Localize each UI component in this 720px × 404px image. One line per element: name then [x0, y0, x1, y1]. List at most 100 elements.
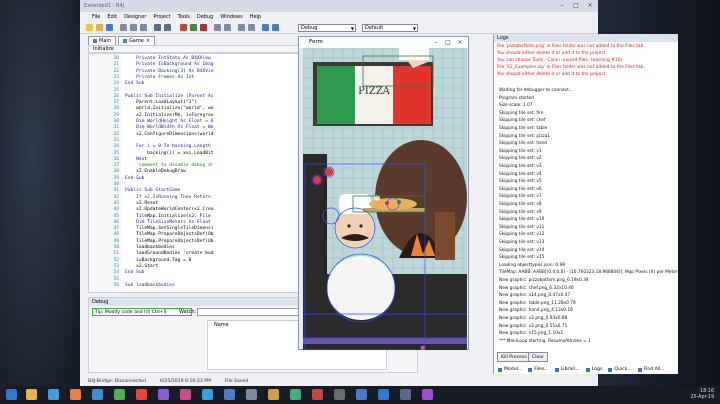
- close-icon[interactable]: ×: [584, 1, 596, 10]
- code-line[interactable]: Private Frames As Int: [125, 75, 194, 80]
- tab-logs[interactable]: Logs: [585, 367, 602, 372]
- code-line[interactable]: x2.Initialize(Me, ivForegrou: [125, 113, 213, 118]
- tab-game[interactable]: Game ×: [117, 36, 156, 45]
- app-icon[interactable]: [202, 389, 213, 400]
- bookmark-icon[interactable]: [180, 24, 187, 31]
- app-icon[interactable]: [268, 389, 279, 400]
- app-icon[interactable]: [378, 389, 389, 400]
- code-line[interactable]: x2.EnableDebugDraw: [125, 169, 186, 174]
- tab-quick-search[interactable]: Quick...: [608, 367, 632, 372]
- run-icon[interactable]: [190, 24, 197, 31]
- menu-designer[interactable]: Designer: [124, 14, 146, 20]
- code-line[interactable]: Public Sub Initialize (Parent As: [125, 94, 214, 99]
- close-tab-icon[interactable]: ×: [146, 37, 150, 45]
- minimize-icon[interactable]: –: [556, 1, 568, 10]
- code-line[interactable]: Dim WorldHeight As Float = 6: [125, 119, 213, 124]
- code-line[interactable]: TileMap.PrepareObjectsDef(Ob: [125, 232, 213, 237]
- code-line[interactable]: End Sub: [125, 81, 144, 86]
- menu-windows[interactable]: Windows: [220, 14, 242, 20]
- code-line[interactable]: loadbackbodies: [125, 245, 175, 250]
- indent-icon[interactable]: [214, 24, 221, 31]
- build-config-select[interactable]: Debug ▼: [298, 24, 356, 32]
- kill-process-button[interactable]: Kill Process: [497, 352, 531, 362]
- code-line[interactable]: Public Sub StartGame: [125, 188, 180, 193]
- app-icon[interactable]: [246, 389, 257, 400]
- app-icon[interactable]: [422, 389, 433, 400]
- code-line[interactable]: Private IntStats As B4XView: [125, 56, 211, 61]
- app-icon[interactable]: [356, 389, 367, 400]
- file-explorer-icon[interactable]: [26, 389, 37, 400]
- code-line[interactable]: x2.ConfigureDimensions(world: [125, 132, 213, 137]
- code-line[interactable]: If x2.IsRunning Then Return: [125, 195, 211, 200]
- tab-main[interactable]: Main: [88, 36, 116, 45]
- start-icon[interactable]: [6, 389, 17, 400]
- code-line[interactable]: ivBackground.Tag = 0: [125, 258, 191, 263]
- tab-find-all[interactable]: Find All...: [637, 367, 665, 372]
- code-line[interactable]: End Sub: [125, 270, 144, 275]
- firefox-icon[interactable]: [136, 389, 147, 400]
- code-line[interactable]: For i = 0 To backing.Length: [125, 144, 211, 149]
- code-line[interactable]: loadGroundBodies 'create bod: [125, 251, 213, 256]
- code-line[interactable]: Dim TileSizeMeters As Float: [125, 220, 211, 225]
- app-icon[interactable]: [334, 389, 345, 400]
- maximize-icon[interactable]: □: [442, 37, 454, 48]
- game-canvas[interactable]: PIZZA: [303, 48, 467, 350]
- designer-icon[interactable]: [262, 24, 269, 31]
- comment-icon[interactable]: [238, 24, 245, 31]
- find-icon[interactable]: [272, 24, 279, 31]
- tab-libraries[interactable]: Librari...: [554, 367, 580, 372]
- menu-debug[interactable]: Debug: [197, 14, 213, 20]
- target-select[interactable]: Default ▼: [362, 24, 418, 32]
- code-line[interactable]: Parent.LoadLayout("1"): [125, 100, 197, 105]
- debug-tip-field[interactable]: Tip: Modify code and hit Ctrl+S: [92, 308, 192, 316]
- menu-help[interactable]: Help: [250, 14, 261, 20]
- menu-file[interactable]: File: [92, 14, 100, 20]
- copy-icon[interactable]: [130, 24, 137, 31]
- app-icon[interactable]: [158, 389, 169, 400]
- code-line[interactable]: TileMap.Initialize(x2, File: [125, 214, 211, 219]
- edge-icon[interactable]: [48, 389, 59, 400]
- menu-tools[interactable]: Tools: [178, 14, 190, 20]
- cut-icon[interactable]: [120, 24, 127, 31]
- app-icon[interactable]: [400, 389, 411, 400]
- code-line[interactable]: Next: [125, 157, 147, 162]
- b4j-icon[interactable]: [224, 389, 235, 400]
- code-line[interactable]: x2.Reset: [125, 201, 158, 206]
- app-icon[interactable]: [180, 389, 191, 400]
- code-line[interactable]: backing(i) = xui.LoadBit: [125, 151, 213, 156]
- code-line[interactable]: TileMap.SetSingleTileDimensi: [125, 226, 213, 231]
- code-line[interactable]: Private Backing(3) As B4XVie: [125, 69, 213, 74]
- store-icon[interactable]: [70, 389, 81, 400]
- code-line[interactable]: x2.UpdateWorldCenter(x2.Crea: [125, 207, 213, 212]
- code-line[interactable]: Dim WorldWidth As Float = Wo: [125, 125, 213, 130]
- stop-icon[interactable]: [200, 24, 207, 31]
- maximize-icon[interactable]: □: [570, 1, 582, 10]
- save-icon[interactable]: [106, 24, 113, 31]
- chrome-icon[interactable]: [114, 389, 125, 400]
- uncomment-icon[interactable]: [248, 24, 255, 31]
- code-line[interactable]: x2.Start: [125, 264, 158, 269]
- open-folder-icon[interactable]: [96, 24, 103, 31]
- code-line[interactable]: Sub loadbackbodies: [125, 283, 175, 288]
- outdent-icon[interactable]: [224, 24, 231, 31]
- paste-icon[interactable]: [140, 24, 147, 31]
- code-line[interactable]: TileMap.PrepareObjectsDef(Ob: [125, 239, 213, 244]
- code-line[interactable]: world.Initialize("world", wo: [125, 106, 213, 111]
- code-line[interactable]: End Sub: [125, 176, 144, 181]
- app-icon[interactable]: [312, 389, 323, 400]
- menu-edit[interactable]: Edit: [107, 14, 117, 20]
- redo-icon[interactable]: [164, 24, 171, 31]
- system-clock[interactable]: 18:16 25-Apr-19: [690, 389, 714, 401]
- minimize-icon[interactable]: –: [430, 37, 442, 48]
- app-icon[interactable]: [290, 389, 301, 400]
- menu-project[interactable]: Project: [153, 14, 170, 20]
- close-icon[interactable]: ×: [454, 37, 466, 48]
- clear-button[interactable]: Clear: [528, 352, 549, 362]
- code-line[interactable]: 'comment to disable debug dr: [125, 163, 213, 168]
- new-file-icon[interactable]: [86, 24, 93, 31]
- tab-files[interactable]: Files...: [528, 367, 549, 372]
- tab-modules[interactable]: Modul...: [498, 367, 522, 372]
- code-line[interactable]: Private IsBackground As Imag: [125, 62, 213, 67]
- undo-icon[interactable]: [154, 24, 161, 31]
- mail-icon[interactable]: [92, 389, 103, 400]
